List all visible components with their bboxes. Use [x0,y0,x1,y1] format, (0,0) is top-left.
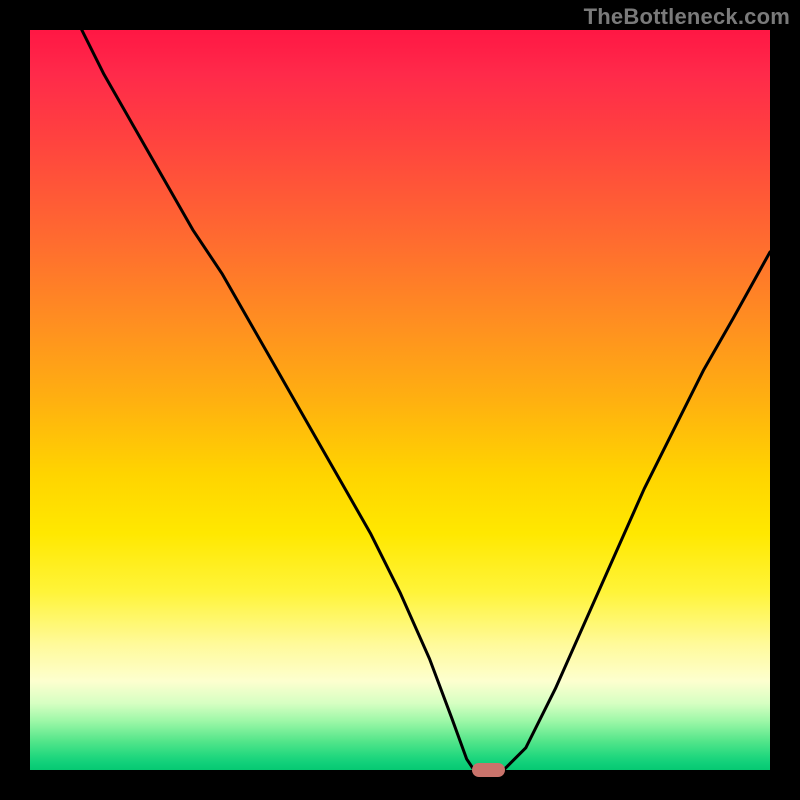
bottleneck-curve [30,30,770,770]
chart-frame: TheBottleneck.com [0,0,800,800]
optimal-point-marker [472,763,505,776]
watermark-text: TheBottleneck.com [584,4,790,30]
